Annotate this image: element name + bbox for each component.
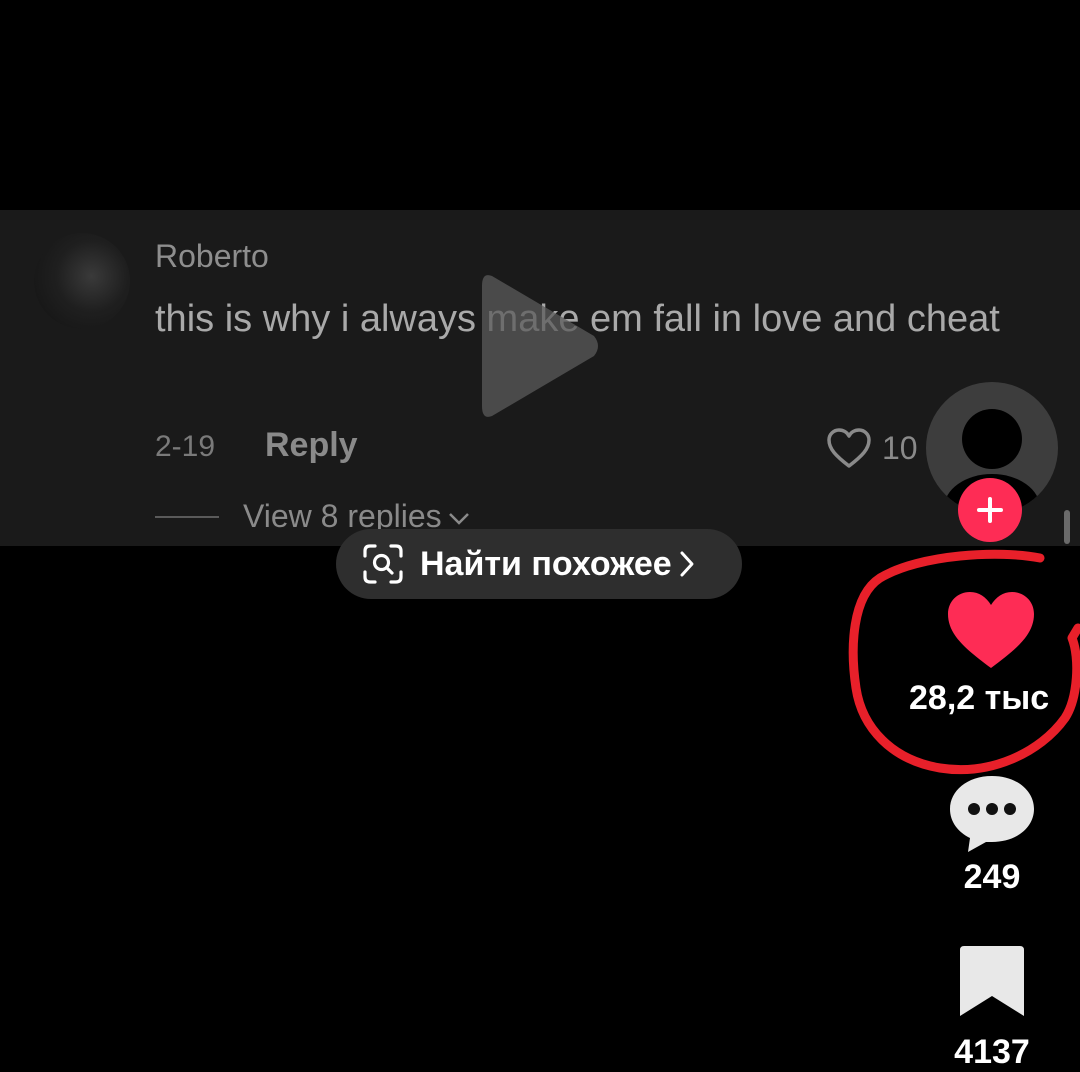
scrollbar-thumb[interactable] xyxy=(1064,510,1070,544)
scan-search-icon xyxy=(363,544,403,584)
replies-divider xyxy=(155,516,219,518)
reply-button[interactable]: Reply xyxy=(265,426,358,465)
play-icon[interactable] xyxy=(478,270,603,422)
heart-outline-icon[interactable] xyxy=(826,427,872,469)
plus-icon xyxy=(977,497,1003,523)
heart-icon[interactable] xyxy=(944,588,1038,672)
bookmark-icon[interactable] xyxy=(958,944,1026,1020)
chevron-right-icon xyxy=(680,551,694,577)
comment-like-count: 10 xyxy=(882,430,918,466)
comment-avatar[interactable] xyxy=(34,233,130,329)
follow-button[interactable] xyxy=(958,478,1022,542)
like-count: 28,2 тыс xyxy=(909,679,1050,717)
comment-username: Roberto xyxy=(155,238,269,274)
comment-count: 249 xyxy=(963,858,1021,896)
comment-bubble-icon[interactable] xyxy=(946,772,1038,854)
comment-date: 2-19 xyxy=(155,430,216,463)
chevron-down-icon xyxy=(448,512,469,525)
find-similar-button[interactable]: Найти похожее xyxy=(336,529,742,599)
save-count: 4137 xyxy=(954,1033,1030,1071)
find-similar-label: Найти похожее xyxy=(420,544,672,583)
